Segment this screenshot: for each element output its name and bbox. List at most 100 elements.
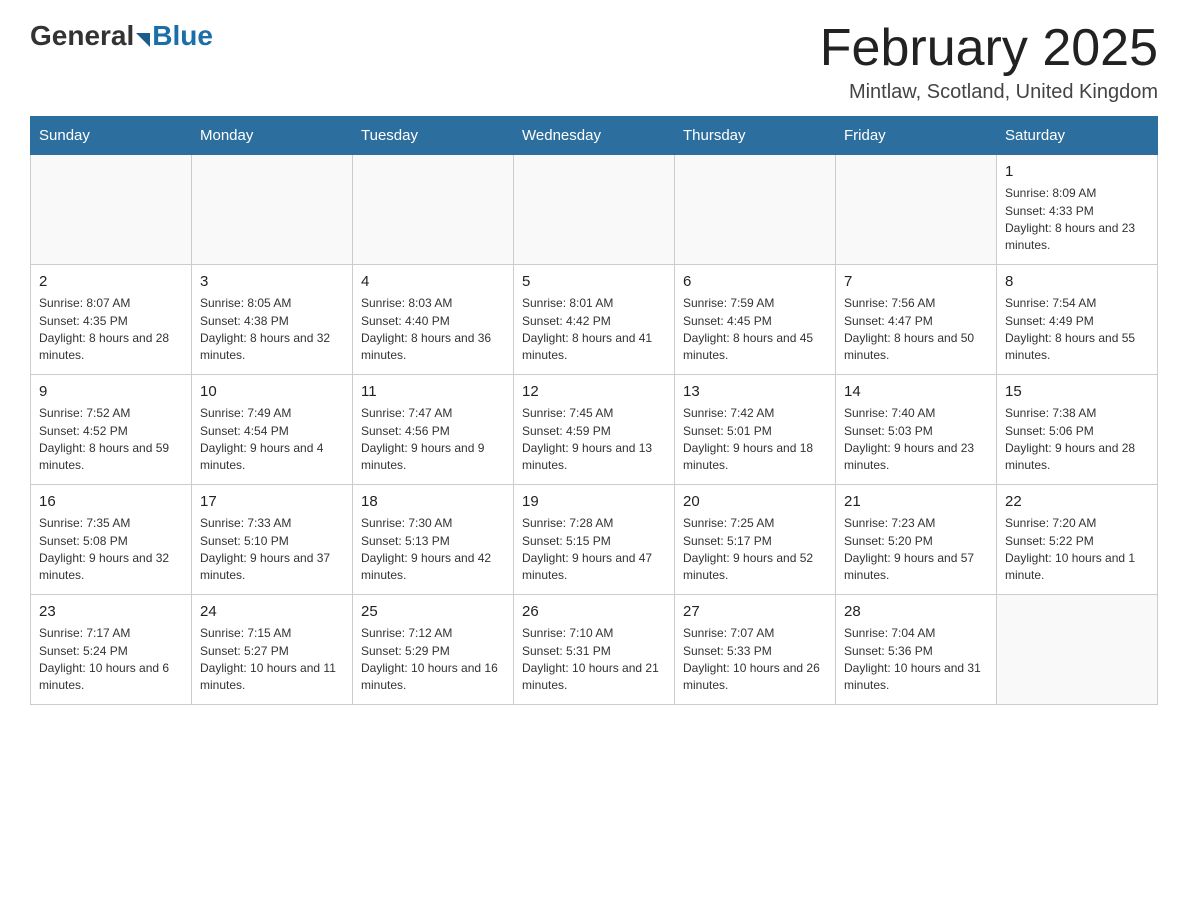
- day-info: Sunrise: 7:38 AM Sunset: 5:06 PM Dayligh…: [1005, 405, 1149, 475]
- month-title: February 2025: [820, 20, 1158, 77]
- day-number: 17: [200, 491, 344, 512]
- day-info: Sunrise: 7:45 AM Sunset: 4:59 PM Dayligh…: [522, 405, 666, 475]
- weekday-header: Friday: [836, 117, 997, 155]
- day-number: 22: [1005, 491, 1149, 512]
- weekday-header: Monday: [192, 117, 353, 155]
- calendar-header: SundayMondayTuesdayWednesdayThursdayFrid…: [31, 117, 1158, 155]
- logo-blue-text: Blue: [152, 20, 213, 52]
- calendar-week-row: 1 Sunrise: 8:09 AM Sunset: 4:33 PM Daylig…: [31, 155, 1158, 265]
- calendar-cell: 9 Sunrise: 7:52 AM Sunset: 4:52 PM Daylig…: [31, 375, 192, 485]
- title-block: February 2025 Mintlaw, Scotland, United …: [820, 20, 1158, 104]
- calendar-cell: 24 Sunrise: 7:15 AM Sunset: 5:27 PM Dayli…: [192, 595, 353, 705]
- weekday-header: Thursday: [675, 117, 836, 155]
- day-info: Sunrise: 7:07 AM Sunset: 5:33 PM Dayligh…: [683, 625, 827, 695]
- calendar-cell: 3 Sunrise: 8:05 AM Sunset: 4:38 PM Daylig…: [192, 265, 353, 375]
- day-info: Sunrise: 8:03 AM Sunset: 4:40 PM Dayligh…: [361, 295, 505, 365]
- page-header: General Blue February 2025 Mintlaw, Scot…: [30, 20, 1158, 104]
- day-number: 7: [844, 271, 988, 292]
- calendar-cell: [192, 155, 353, 265]
- day-info: Sunrise: 7:30 AM Sunset: 5:13 PM Dayligh…: [361, 515, 505, 585]
- day-number: 1: [1005, 161, 1149, 182]
- day-info: Sunrise: 7:04 AM Sunset: 5:36 PM Dayligh…: [844, 625, 988, 695]
- day-info: Sunrise: 7:17 AM Sunset: 5:24 PM Dayligh…: [39, 625, 183, 695]
- calendar-cell: 20 Sunrise: 7:25 AM Sunset: 5:17 PM Dayli…: [675, 485, 836, 595]
- day-number: 27: [683, 601, 827, 622]
- calendar-cell: 15 Sunrise: 7:38 AM Sunset: 5:06 PM Dayli…: [997, 375, 1158, 485]
- calendar-cell: 12 Sunrise: 7:45 AM Sunset: 4:59 PM Dayli…: [514, 375, 675, 485]
- weekday-header: Tuesday: [353, 117, 514, 155]
- calendar-cell: 2Sunrise: 8:07 AM Sunset: 4:35 PM Daylig…: [31, 265, 192, 375]
- day-number: 20: [683, 491, 827, 512]
- day-number: 15: [1005, 381, 1149, 402]
- calendar-cell: 23 Sunrise: 7:17 AM Sunset: 5:24 PM Dayli…: [31, 595, 192, 705]
- day-number: 3: [200, 271, 344, 292]
- calendar-cell: [836, 155, 997, 265]
- day-info: Sunrise: 7:10 AM Sunset: 5:31 PM Dayligh…: [522, 625, 666, 695]
- day-info: Sunrise: 8:07 AM Sunset: 4:35 PM Dayligh…: [39, 295, 183, 365]
- calendar-cell: [514, 155, 675, 265]
- calendar-cell: 28Sunrise: 7:04 AM Sunset: 5:36 PM Dayli…: [836, 595, 997, 705]
- calendar-cell: 7 Sunrise: 7:56 AM Sunset: 4:47 PM Daylig…: [836, 265, 997, 375]
- day-number: 10: [200, 381, 344, 402]
- day-info: Sunrise: 8:09 AM Sunset: 4:33 PM Dayligh…: [1005, 185, 1149, 255]
- calendar-cell: [31, 155, 192, 265]
- calendar-week-row: 23 Sunrise: 7:17 AM Sunset: 5:24 PM Dayli…: [31, 595, 1158, 705]
- weekday-header-row: SundayMondayTuesdayWednesdayThursdayFrid…: [31, 117, 1158, 155]
- day-number: 4: [361, 271, 505, 292]
- calendar-cell: 8 Sunrise: 7:54 AM Sunset: 4:49 PM Daylig…: [997, 265, 1158, 375]
- weekday-header: Sunday: [31, 117, 192, 155]
- day-info: Sunrise: 7:54 AM Sunset: 4:49 PM Dayligh…: [1005, 295, 1149, 365]
- day-info: Sunrise: 7:23 AM Sunset: 5:20 PM Dayligh…: [844, 515, 988, 585]
- calendar-cell: 16Sunrise: 7:35 AM Sunset: 5:08 PM Dayli…: [31, 485, 192, 595]
- day-info: Sunrise: 7:49 AM Sunset: 4:54 PM Dayligh…: [200, 405, 344, 475]
- day-number: 13: [683, 381, 827, 402]
- calendar-cell: 19Sunrise: 7:28 AM Sunset: 5:15 PM Dayli…: [514, 485, 675, 595]
- calendar-table: SundayMondayTuesdayWednesdayThursdayFrid…: [30, 116, 1158, 705]
- calendar-cell: 22Sunrise: 7:20 AM Sunset: 5:22 PM Dayli…: [997, 485, 1158, 595]
- day-number: 6: [683, 271, 827, 292]
- day-info: Sunrise: 7:33 AM Sunset: 5:10 PM Dayligh…: [200, 515, 344, 585]
- logo-general-text: General: [30, 20, 134, 52]
- day-info: Sunrise: 8:05 AM Sunset: 4:38 PM Dayligh…: [200, 295, 344, 365]
- calendar-cell: 26Sunrise: 7:10 AM Sunset: 5:31 PM Dayli…: [514, 595, 675, 705]
- day-info: Sunrise: 7:56 AM Sunset: 4:47 PM Dayligh…: [844, 295, 988, 365]
- calendar-cell: 1 Sunrise: 8:09 AM Sunset: 4:33 PM Daylig…: [997, 155, 1158, 265]
- calendar-body: 1 Sunrise: 8:09 AM Sunset: 4:33 PM Daylig…: [31, 155, 1158, 705]
- weekday-header: Saturday: [997, 117, 1158, 155]
- day-info: Sunrise: 7:25 AM Sunset: 5:17 PM Dayligh…: [683, 515, 827, 585]
- weekday-header: Wednesday: [514, 117, 675, 155]
- calendar-cell: 5 Sunrise: 8:01 AM Sunset: 4:42 PM Daylig…: [514, 265, 675, 375]
- day-info: Sunrise: 7:47 AM Sunset: 4:56 PM Dayligh…: [361, 405, 505, 475]
- calendar-cell: 10 Sunrise: 7:49 AM Sunset: 4:54 PM Dayli…: [192, 375, 353, 485]
- calendar-week-row: 2Sunrise: 8:07 AM Sunset: 4:35 PM Daylig…: [31, 265, 1158, 375]
- day-number: 11: [361, 381, 505, 402]
- day-number: 8: [1005, 271, 1149, 292]
- day-info: Sunrise: 8:01 AM Sunset: 4:42 PM Dayligh…: [522, 295, 666, 365]
- calendar-cell: 27 Sunrise: 7:07 AM Sunset: 5:33 PM Dayli…: [675, 595, 836, 705]
- calendar-cell: 21 Sunrise: 7:23 AM Sunset: 5:20 PM Dayli…: [836, 485, 997, 595]
- calendar-cell: [997, 595, 1158, 705]
- day-number: 9: [39, 381, 183, 402]
- calendar-week-row: 9 Sunrise: 7:52 AM Sunset: 4:52 PM Daylig…: [31, 375, 1158, 485]
- day-info: Sunrise: 7:59 AM Sunset: 4:45 PM Dayligh…: [683, 295, 827, 365]
- day-number: 16: [39, 491, 183, 512]
- day-number: 21: [844, 491, 988, 512]
- calendar-cell: 17 Sunrise: 7:33 AM Sunset: 5:10 PM Dayli…: [192, 485, 353, 595]
- calendar-cell: [675, 155, 836, 265]
- day-info: Sunrise: 7:42 AM Sunset: 5:01 PM Dayligh…: [683, 405, 827, 475]
- day-number: 23: [39, 601, 183, 622]
- day-info: Sunrise: 7:12 AM Sunset: 5:29 PM Dayligh…: [361, 625, 505, 695]
- day-info: Sunrise: 7:15 AM Sunset: 5:27 PM Dayligh…: [200, 625, 344, 695]
- day-number: 18: [361, 491, 505, 512]
- day-number: 19: [522, 491, 666, 512]
- day-info: Sunrise: 7:52 AM Sunset: 4:52 PM Dayligh…: [39, 405, 183, 475]
- day-number: 25: [361, 601, 505, 622]
- day-number: 24: [200, 601, 344, 622]
- day-number: 5: [522, 271, 666, 292]
- day-number: 12: [522, 381, 666, 402]
- calendar-cell: [353, 155, 514, 265]
- calendar-cell: 18 Sunrise: 7:30 AM Sunset: 5:13 PM Dayli…: [353, 485, 514, 595]
- calendar-cell: 14Sunrise: 7:40 AM Sunset: 5:03 PM Dayli…: [836, 375, 997, 485]
- calendar-cell: 4 Sunrise: 8:03 AM Sunset: 4:40 PM Daylig…: [353, 265, 514, 375]
- day-number: 14: [844, 381, 988, 402]
